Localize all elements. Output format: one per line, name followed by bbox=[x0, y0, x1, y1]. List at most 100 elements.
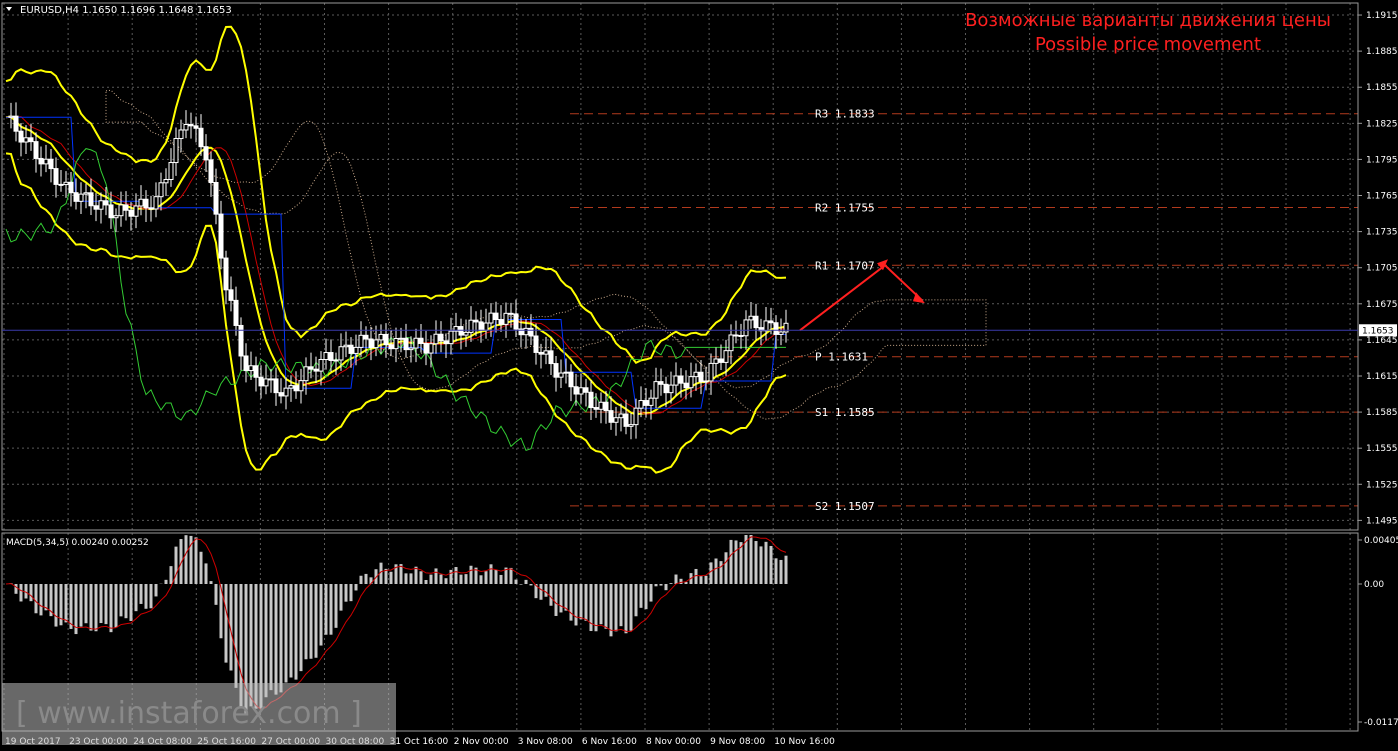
candle-body bbox=[193, 125, 199, 129]
candle-body bbox=[403, 337, 409, 351]
candle-body bbox=[553, 363, 559, 378]
candle-body bbox=[618, 413, 624, 419]
candle-body bbox=[93, 205, 99, 210]
candle-body bbox=[118, 204, 124, 217]
candle-body bbox=[583, 387, 589, 393]
candle-body bbox=[318, 359, 324, 372]
candle-body bbox=[548, 350, 554, 365]
candle-body bbox=[613, 417, 619, 423]
symbol-ohlc-label: EURUSD,H4 1.1650 1.1696 1.1648 1.1653 bbox=[20, 5, 232, 16]
annotation-russian: Возможные варианты движения цены bbox=[965, 10, 1331, 31]
candle-body bbox=[753, 315, 759, 329]
candle-body bbox=[423, 342, 429, 354]
candle-body bbox=[528, 327, 534, 337]
candle-body bbox=[213, 182, 219, 215]
candle-body bbox=[503, 312, 509, 325]
y-tick-label: 1.1615 bbox=[1366, 372, 1398, 382]
candle-body bbox=[708, 362, 714, 382]
candle-body bbox=[338, 346, 344, 361]
candle-body bbox=[263, 378, 269, 387]
candle-body bbox=[438, 333, 444, 342]
candle-body bbox=[448, 330, 454, 345]
y-tick-label: 1.1825 bbox=[1366, 119, 1398, 129]
candle-body bbox=[488, 312, 494, 324]
forecast-path-line bbox=[799, 263, 923, 332]
candle-body bbox=[123, 204, 129, 211]
x-tick-label: 10 Nov 16:00 bbox=[774, 737, 835, 747]
candle-body bbox=[623, 413, 629, 427]
candle-body bbox=[778, 331, 784, 335]
candle-body bbox=[678, 375, 684, 384]
candle-body bbox=[28, 137, 34, 143]
candle-body bbox=[498, 319, 504, 325]
candle-body bbox=[63, 181, 69, 186]
candle-body bbox=[363, 334, 369, 340]
instaforex-watermark: [ www.instaforex.com ] bbox=[2, 683, 396, 745]
x-tick-label: 3 Nov 08:00 bbox=[518, 737, 573, 747]
candle-body bbox=[183, 124, 189, 131]
candle-body bbox=[48, 158, 54, 170]
menu-triangle-icon[interactable] bbox=[6, 7, 12, 11]
candle-body bbox=[533, 335, 539, 353]
y-tick-label: 1.1885 bbox=[1366, 47, 1398, 57]
candle-body bbox=[458, 326, 464, 336]
x-tick-label: 6 Nov 16:00 bbox=[582, 737, 637, 747]
candle-body bbox=[203, 146, 209, 161]
candle-body bbox=[78, 193, 84, 202]
candle-body bbox=[228, 289, 234, 301]
candle-body bbox=[198, 127, 204, 148]
y-tick-label: 1.1645 bbox=[1366, 336, 1398, 346]
candle-body bbox=[133, 205, 139, 217]
candle-body bbox=[278, 392, 284, 397]
candle-body bbox=[588, 391, 594, 409]
candle-body bbox=[538, 351, 544, 355]
candle-body bbox=[563, 371, 569, 374]
candle-body bbox=[493, 312, 499, 321]
candle-body bbox=[373, 339, 379, 349]
candle-body bbox=[273, 378, 279, 394]
candle-body bbox=[303, 366, 309, 382]
grid bbox=[2, 3, 1358, 731]
candle-body bbox=[728, 334, 734, 352]
candle-body bbox=[333, 359, 339, 362]
candle-body bbox=[383, 333, 389, 346]
candle-body bbox=[388, 344, 394, 350]
price-chart: R3 1.1833 R2 1.1755 R1 1.1707 P 1.1631 S1 1.… bbox=[1, 2, 1398, 747]
candle-body bbox=[8, 115, 14, 118]
candle-body bbox=[748, 315, 754, 321]
macd-y-tick-label: -0.01172 bbox=[1364, 718, 1398, 728]
candle-body bbox=[653, 381, 659, 399]
blue-baseline bbox=[6, 116, 786, 409]
cloud-outline bbox=[105, 89, 987, 420]
pivot-label-r1: R1 1.1707 bbox=[815, 259, 875, 272]
candle-body bbox=[713, 358, 719, 364]
candle-body bbox=[23, 137, 29, 143]
x-tick-label: 8 Nov 00:00 bbox=[646, 737, 701, 747]
candle-body bbox=[158, 182, 164, 198]
candle-body bbox=[598, 401, 604, 410]
candle-body bbox=[368, 338, 374, 349]
bollinger-upper bbox=[5, 25, 787, 365]
y-tick-label: 1.1585 bbox=[1366, 408, 1398, 418]
candle-body bbox=[433, 333, 439, 345]
candle-body bbox=[773, 322, 779, 335]
candle-body bbox=[628, 424, 634, 427]
candle-body bbox=[208, 159, 214, 184]
pivot-levels: R3 1.1833 R2 1.1755 R1 1.1707 P 1.1631 S1 1.… bbox=[570, 108, 1358, 513]
candle-body bbox=[313, 368, 319, 372]
candle-body bbox=[163, 178, 169, 184]
candle-body bbox=[148, 207, 154, 210]
candle-body bbox=[663, 383, 669, 394]
candle-body bbox=[558, 372, 564, 378]
candle-body bbox=[483, 322, 489, 331]
candle-body bbox=[33, 141, 39, 159]
x-tick-label: 9 Nov 08:00 bbox=[710, 737, 765, 747]
pivot-label-s2: S2 1.1507 bbox=[815, 500, 875, 513]
candle-body bbox=[568, 371, 574, 388]
macd-label: MACD(5,34,5) 0.00240 0.00252 bbox=[6, 538, 149, 548]
candle-body bbox=[298, 380, 304, 392]
candle-body bbox=[98, 200, 104, 210]
candle-body bbox=[328, 352, 334, 361]
y-tick-label: 1.1915 bbox=[1366, 11, 1398, 21]
candle-body bbox=[353, 346, 359, 354]
